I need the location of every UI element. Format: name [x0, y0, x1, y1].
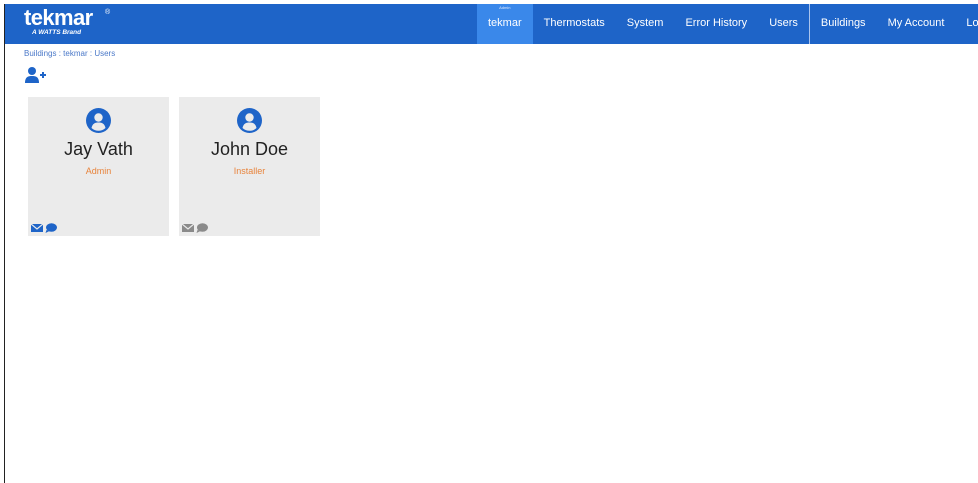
user-card[interactable]: John Doe Installer — [179, 97, 320, 236]
envelope-icon[interactable] — [181, 220, 195, 232]
nav-item-system[interactable]: System — [616, 4, 675, 44]
nav-item-buildings[interactable]: Buildings — [810, 4, 877, 44]
contact-icons — [181, 220, 208, 233]
nav-item-label: My Account — [887, 17, 945, 29]
tekmar-logo[interactable]: tekmar ® A WATTS Brand — [24, 5, 110, 37]
nav-item-logout[interactable]: Logout — [955, 4, 978, 44]
breadcrumb-separator: : — [89, 49, 93, 58]
nav-item-label: Buildings — [820, 17, 866, 29]
user-name: Jay Vath — [64, 139, 133, 159]
nav-item-label: System — [626, 17, 664, 29]
nav-item-my-account[interactable]: My Account — [877, 4, 956, 44]
nav-item-thermostats[interactable]: Thermostats — [533, 4, 616, 44]
nav-item-label: Thermostats — [543, 17, 605, 29]
main-nav: Admin tekmar Thermostats System Error Hi… — [477, 4, 978, 44]
user-name: John Doe — [210, 139, 289, 159]
user-role: Admin — [85, 166, 112, 176]
user-card[interactable]: Jay Vath Admin — [28, 97, 169, 236]
nav-active-hint: Admin — [499, 5, 511, 10]
breadcrumb: Buildings : tekmar : Users — [24, 49, 115, 58]
nav-item-label: Error History — [685, 17, 748, 29]
contact-icons — [30, 220, 57, 233]
app-frame — [4, 4, 978, 483]
breadcrumb-buildings[interactable]: Buildings — [24, 49, 56, 58]
nav-item-error-history[interactable]: Error History — [674, 4, 758, 44]
nav-item-label: tekmar — [488, 17, 522, 29]
nav-item-label: Users — [769, 17, 798, 29]
envelope-icon[interactable] — [30, 220, 44, 232]
user-circle-icon — [86, 108, 111, 133]
breadcrumb-separator: : — [58, 49, 61, 58]
nav-item-label: Logout — [966, 17, 978, 29]
breadcrumb-users: Users — [94, 49, 116, 58]
user-plus-icon[interactable] — [25, 66, 47, 84]
logo-wordmark: tekmar — [24, 5, 93, 30]
user-circle-icon — [237, 108, 262, 133]
breadcrumb-tekmar[interactable]: tekmar — [63, 49, 87, 58]
nav-item-tekmar[interactable]: Admin tekmar — [477, 4, 533, 44]
chat-bubble-icon[interactable] — [196, 220, 208, 233]
nav-item-users[interactable]: Users — [758, 4, 809, 44]
logo-tagline: A WATTS Brand — [32, 29, 82, 36]
chat-bubble-icon[interactable] — [45, 220, 57, 233]
logo-registered-mark: ® — [105, 9, 111, 16]
user-role: Installer — [233, 166, 266, 176]
top-navigation-bar: tekmar ® A WATTS Brand Admin tekmar Ther… — [5, 4, 978, 44]
